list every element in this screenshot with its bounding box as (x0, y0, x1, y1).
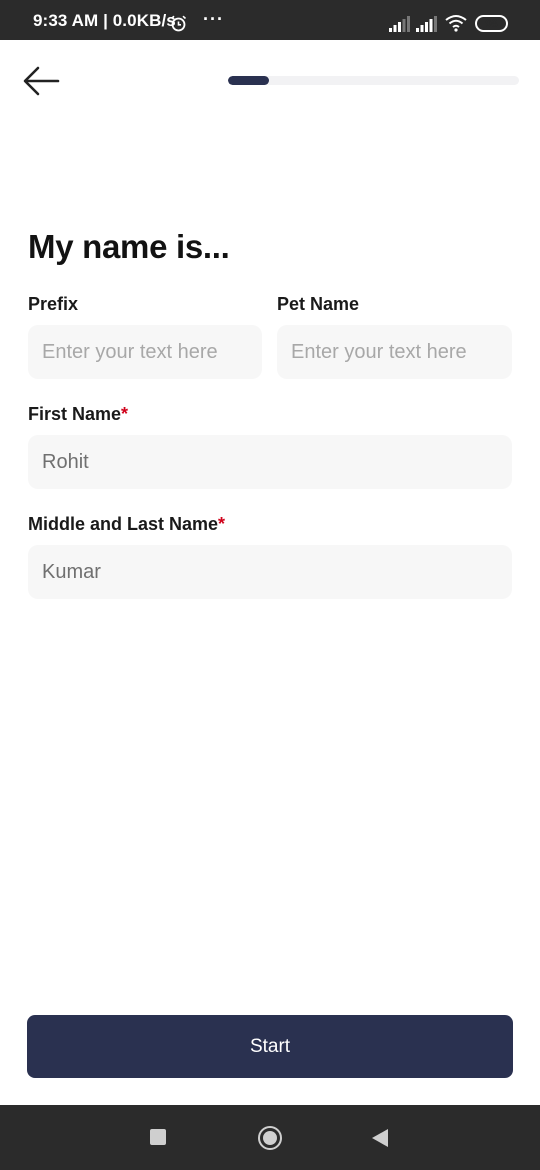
prefix-input[interactable] (28, 325, 262, 379)
progress-bar-fill (228, 76, 269, 85)
navigation-bar (0, 1105, 540, 1170)
circle-home-icon[interactable] (258, 1126, 282, 1150)
first-name-label: First Name* (28, 404, 128, 425)
first-name-input[interactable] (28, 435, 512, 489)
required-mark: * (218, 514, 226, 534)
progress-bar (228, 76, 519, 85)
last-name-label: Middle and Last Name* (28, 514, 225, 535)
pet-name-label: Pet Name (277, 294, 360, 314)
back-button[interactable] (20, 62, 64, 102)
more-notifications-icon: ··· (203, 9, 224, 29)
required-mark: * (121, 404, 129, 424)
signal-icon (389, 16, 410, 32)
arrow-left-icon (23, 66, 60, 96)
triangle-back-icon[interactable] (372, 1129, 388, 1147)
status-bar: 9:33 AM | 0.0KB/s ··· 98 (0, 0, 540, 40)
last-name-input[interactable] (28, 545, 512, 599)
alarm-icon (170, 15, 187, 32)
signal-icon (416, 16, 437, 32)
battery-percent: 98 (485, 17, 498, 30)
page-title: My name is... (28, 228, 230, 265)
prefix-label: Prefix (28, 294, 79, 314)
start-button[interactable]: Start (27, 1015, 513, 1078)
status-time: 9:33 AM | 0.0KB/s (33, 11, 176, 30)
battery-icon: 98 (475, 15, 508, 32)
last-name-label-text: Middle and Last Name (28, 514, 219, 534)
pet-name-input[interactable] (277, 325, 512, 379)
square-recents-icon[interactable] (150, 1129, 166, 1145)
first-name-label-text: First Name (28, 404, 122, 424)
start-button-label: Start (249, 1035, 291, 1057)
wifi-icon (445, 15, 467, 32)
